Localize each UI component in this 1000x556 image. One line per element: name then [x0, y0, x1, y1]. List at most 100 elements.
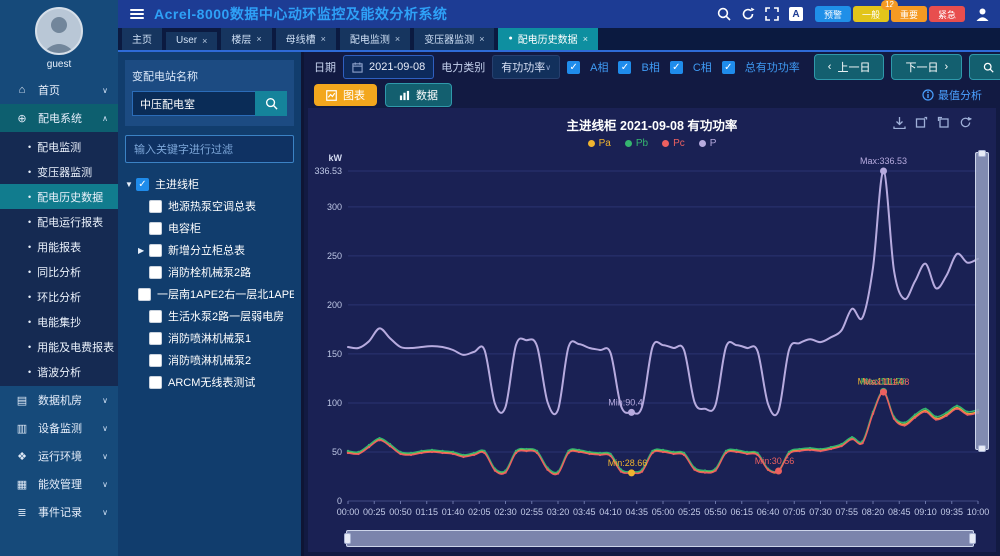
tree-collapsed-icon[interactable]: ▶ — [138, 246, 149, 255]
data-view-button[interactable]: 数据 — [385, 83, 452, 107]
checkbox-总有功功率[interactable]: ✓总有功功率 — [722, 59, 800, 75]
checkbox-icon[interactable]: ✓ — [618, 61, 631, 74]
checkbox-unchecked[interactable] — [149, 332, 162, 345]
query-button[interactable]: 查询 — [969, 54, 1000, 80]
sidebar-subitem-用能报表[interactable]: •用能报表 — [0, 234, 118, 259]
tree-node-新增分立柜总表[interactable]: ▶新增分立柜总表 — [125, 239, 294, 261]
tree-node-ARCM无线表测试[interactable]: ARCM无线表测试 — [125, 371, 294, 393]
tree-node-消防喷淋机械泵1[interactable]: 消防喷淋机械泵1 — [125, 327, 294, 349]
tab-配电历史数据[interactable]: ●配电历史数据× — [498, 28, 598, 50]
tree-filter-input[interactable]: 输入关键字进行过滤 — [125, 135, 294, 163]
checkbox-A相[interactable]: ✓A相 — [567, 59, 608, 75]
tree-expanded-icon[interactable]: ▼ — [125, 180, 136, 189]
chevron-down-icon: ∨ — [102, 86, 110, 95]
checkbox-unchecked[interactable] — [149, 310, 162, 323]
category-value: 有功功率 — [501, 59, 545, 75]
checkbox-B相[interactable]: ✓B相 — [618, 59, 659, 75]
checkbox-unchecked[interactable] — [149, 244, 162, 257]
checkbox-unchecked[interactable] — [149, 222, 162, 235]
prev-day-button[interactable]: ‹ 上一日 — [814, 54, 885, 80]
legend-item-P[interactable]: P — [699, 138, 717, 149]
alarm-button-一般[interactable]: 一般12 — [853, 6, 889, 22]
tab-变压器监测[interactable]: 变压器监测× — [414, 28, 494, 50]
sidebar-subitem-同比分析[interactable]: •同比分析 — [0, 259, 118, 284]
checkbox-icon[interactable]: ✓ — [567, 61, 580, 74]
sidebar-subitem-用能及电费报表[interactable]: •用能及电费报表 — [0, 334, 118, 359]
sidebar-item-数据机房[interactable]: ▤数据机房∨ — [0, 386, 118, 414]
sidebar-item-首页[interactable]: ⌂首页∨ — [0, 76, 118, 104]
extreme-analysis-link[interactable]: 最值分析 — [922, 87, 990, 103]
checkbox-unchecked[interactable] — [149, 354, 162, 367]
tree-node-消防喷淋机械泵2[interactable]: 消防喷淋机械泵2 — [125, 349, 294, 371]
search-icon[interactable] — [717, 7, 731, 21]
checkbox-unchecked[interactable] — [149, 266, 162, 279]
legend-item-Pc[interactable]: Pc — [662, 138, 685, 149]
tab-母线槽[interactable]: 母线槽× — [276, 28, 336, 50]
tree-node-生活水泵2路一层弱电房[interactable]: 生活水泵2路一层弱电房 — [125, 305, 294, 327]
checkbox-unchecked[interactable] — [149, 200, 162, 213]
power-category-select[interactable]: 有功功率 ∨ — [492, 55, 560, 79]
refresh-icon[interactable] — [741, 7, 755, 21]
tab-User[interactable]: User× — [166, 32, 217, 50]
close-icon[interactable]: × — [202, 36, 207, 46]
checkbox-C相[interactable]: ✓C相 — [670, 59, 712, 75]
tab-楼层[interactable]: 楼层× — [221, 28, 271, 50]
tree-node-电容柜[interactable]: 电容柜 — [125, 217, 294, 239]
sidebar-subitem-环比分析[interactable]: •环比分析 — [0, 284, 118, 309]
legend-item-Pa[interactable]: Pa — [588, 138, 611, 149]
checkbox-unchecked[interactable] — [149, 376, 162, 389]
legend-item-Pb[interactable]: Pb — [625, 138, 648, 149]
sidebar-item-事件记录[interactable]: ≣事件记录∨ — [0, 498, 118, 526]
date-picker[interactable]: 2021-09-08 — [343, 55, 434, 79]
checkbox-icon[interactable]: ✓ — [670, 61, 683, 74]
sidebar-item-能效管理[interactable]: ▦能效管理∨ — [0, 470, 118, 498]
alarm-button-重要[interactable]: 重要 — [891, 6, 927, 22]
user-icon[interactable] — [975, 7, 990, 22]
tree-node-地源热泵空调总表[interactable]: 地源热泵空调总表 — [125, 195, 294, 217]
tree-node-主进线柜[interactable]: ▼✓主进线柜 — [125, 173, 294, 195]
close-icon[interactable]: × — [479, 34, 484, 44]
svg-text:Min:90.4: Min:90.4 — [608, 397, 643, 407]
user-profile: guest — [0, 0, 118, 76]
alarm-button-紧急[interactable]: 紧急 — [929, 6, 965, 22]
fullscreen-icon[interactable] — [765, 7, 779, 21]
sidebar-subitem-电能集抄[interactable]: •电能集抄 — [0, 309, 118, 334]
tab-主页[interactable]: 主页 — [122, 28, 162, 50]
vertical-datazoom-slider[interactable] — [975, 152, 989, 450]
horizontal-datazoom-slider[interactable] — [346, 530, 974, 547]
restore-icon[interactable] — [959, 116, 972, 129]
tree-node-label: 消防喷淋机械泵2 — [168, 352, 251, 368]
data-zoom-icon[interactable] — [915, 116, 928, 129]
avatar[interactable] — [35, 7, 83, 55]
sidebar-subitem-配电运行报表[interactable]: •配电运行报表 — [0, 209, 118, 234]
hamburger-menu-icon[interactable] — [130, 9, 144, 19]
save-image-icon[interactable] — [893, 116, 906, 129]
station-search-button[interactable] — [255, 91, 287, 116]
tree-node-消防栓机械泵2路[interactable]: 消防栓机械泵2路 — [125, 261, 294, 283]
font-size-icon[interactable]: A — [789, 7, 803, 21]
close-icon[interactable]: × — [583, 34, 588, 44]
sidebar-item-配电系统[interactable]: ⊕配电系统∧ — [0, 104, 118, 132]
alarm-button-预警[interactable]: 预警 — [815, 6, 851, 22]
next-day-button[interactable]: 下一日 › — [891, 54, 962, 80]
tree-node-一层南1APE2右一层北1APE1左[interactable]: 一层南1APE2右一层北1APE1左 — [125, 283, 294, 305]
close-icon[interactable]: × — [256, 34, 261, 44]
checkbox-checked[interactable]: ✓ — [136, 178, 149, 191]
svg-text:05:25: 05:25 — [678, 507, 701, 517]
checkbox-icon[interactable]: ✓ — [722, 61, 735, 74]
close-icon[interactable]: × — [395, 34, 400, 44]
sidebar-item-运行环境[interactable]: ❖运行环境∨ — [0, 442, 118, 470]
sidebar-subitem-配电历史数据[interactable]: •配电历史数据 — [0, 184, 118, 209]
sidebar-subitem-变压器监测[interactable]: •变压器监测 — [0, 159, 118, 184]
tab-配电监测[interactable]: 配电监测× — [340, 28, 410, 50]
svg-text:0: 0 — [337, 496, 342, 506]
sidebar-subitem-配电监测[interactable]: •配电监测 — [0, 134, 118, 159]
sidebar: guest ⌂首页∨⊕配电系统∧•配电监测•变压器监测•配电历史数据•配电运行报… — [0, 0, 118, 556]
checkbox-unchecked[interactable] — [138, 288, 151, 301]
zoom-reset-icon[interactable] — [937, 116, 950, 129]
sidebar-item-设备监测[interactable]: ▥设备监测∨ — [0, 414, 118, 442]
sidebar-subitem-谐波分析[interactable]: •谐波分析 — [0, 359, 118, 384]
close-icon[interactable]: × — [321, 34, 326, 44]
station-name-input[interactable]: 中压配电室 — [132, 91, 255, 116]
chart-view-button[interactable]: 图表 — [314, 84, 377, 106]
